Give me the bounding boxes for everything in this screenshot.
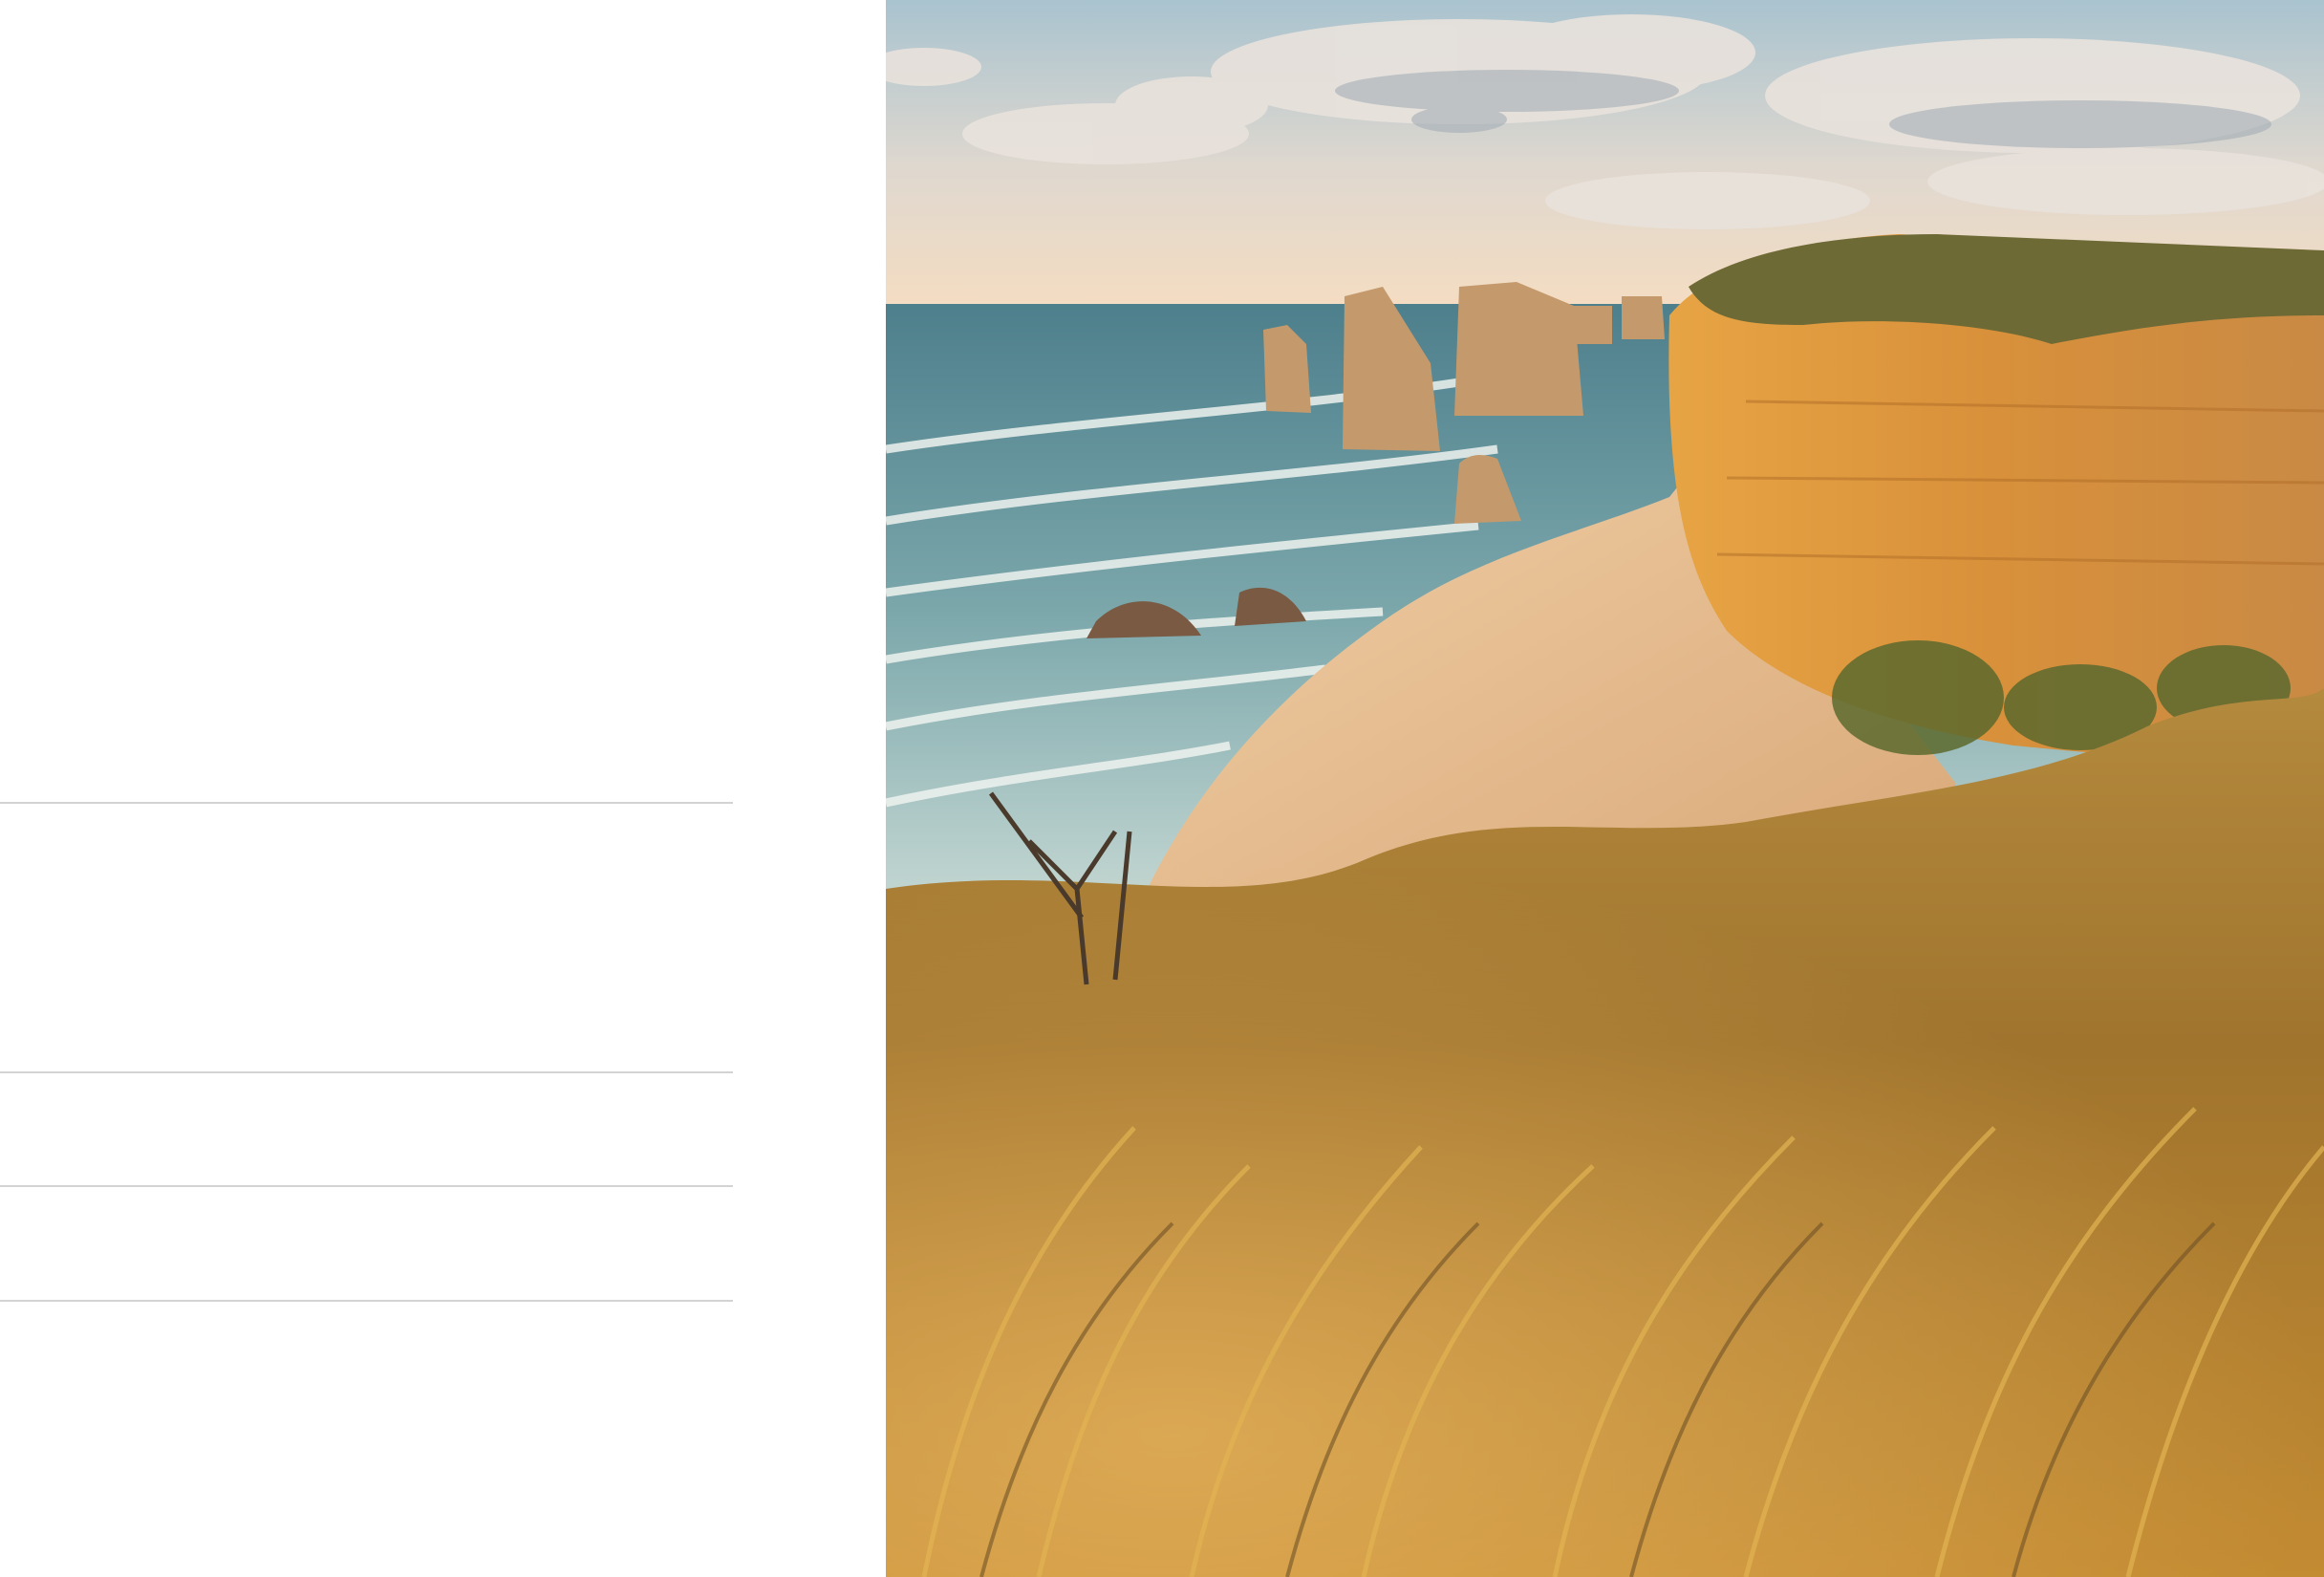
- divider-line: [0, 1300, 733, 1302]
- page: [0, 0, 2324, 1577]
- divider-line: [0, 1185, 733, 1187]
- left-content-panel: [0, 0, 886, 1577]
- divider-line: [0, 802, 733, 804]
- coastline-landscape-image: [886, 0, 2324, 1577]
- divider-line: [0, 1071, 733, 1073]
- hero-photo: [886, 0, 2324, 1577]
